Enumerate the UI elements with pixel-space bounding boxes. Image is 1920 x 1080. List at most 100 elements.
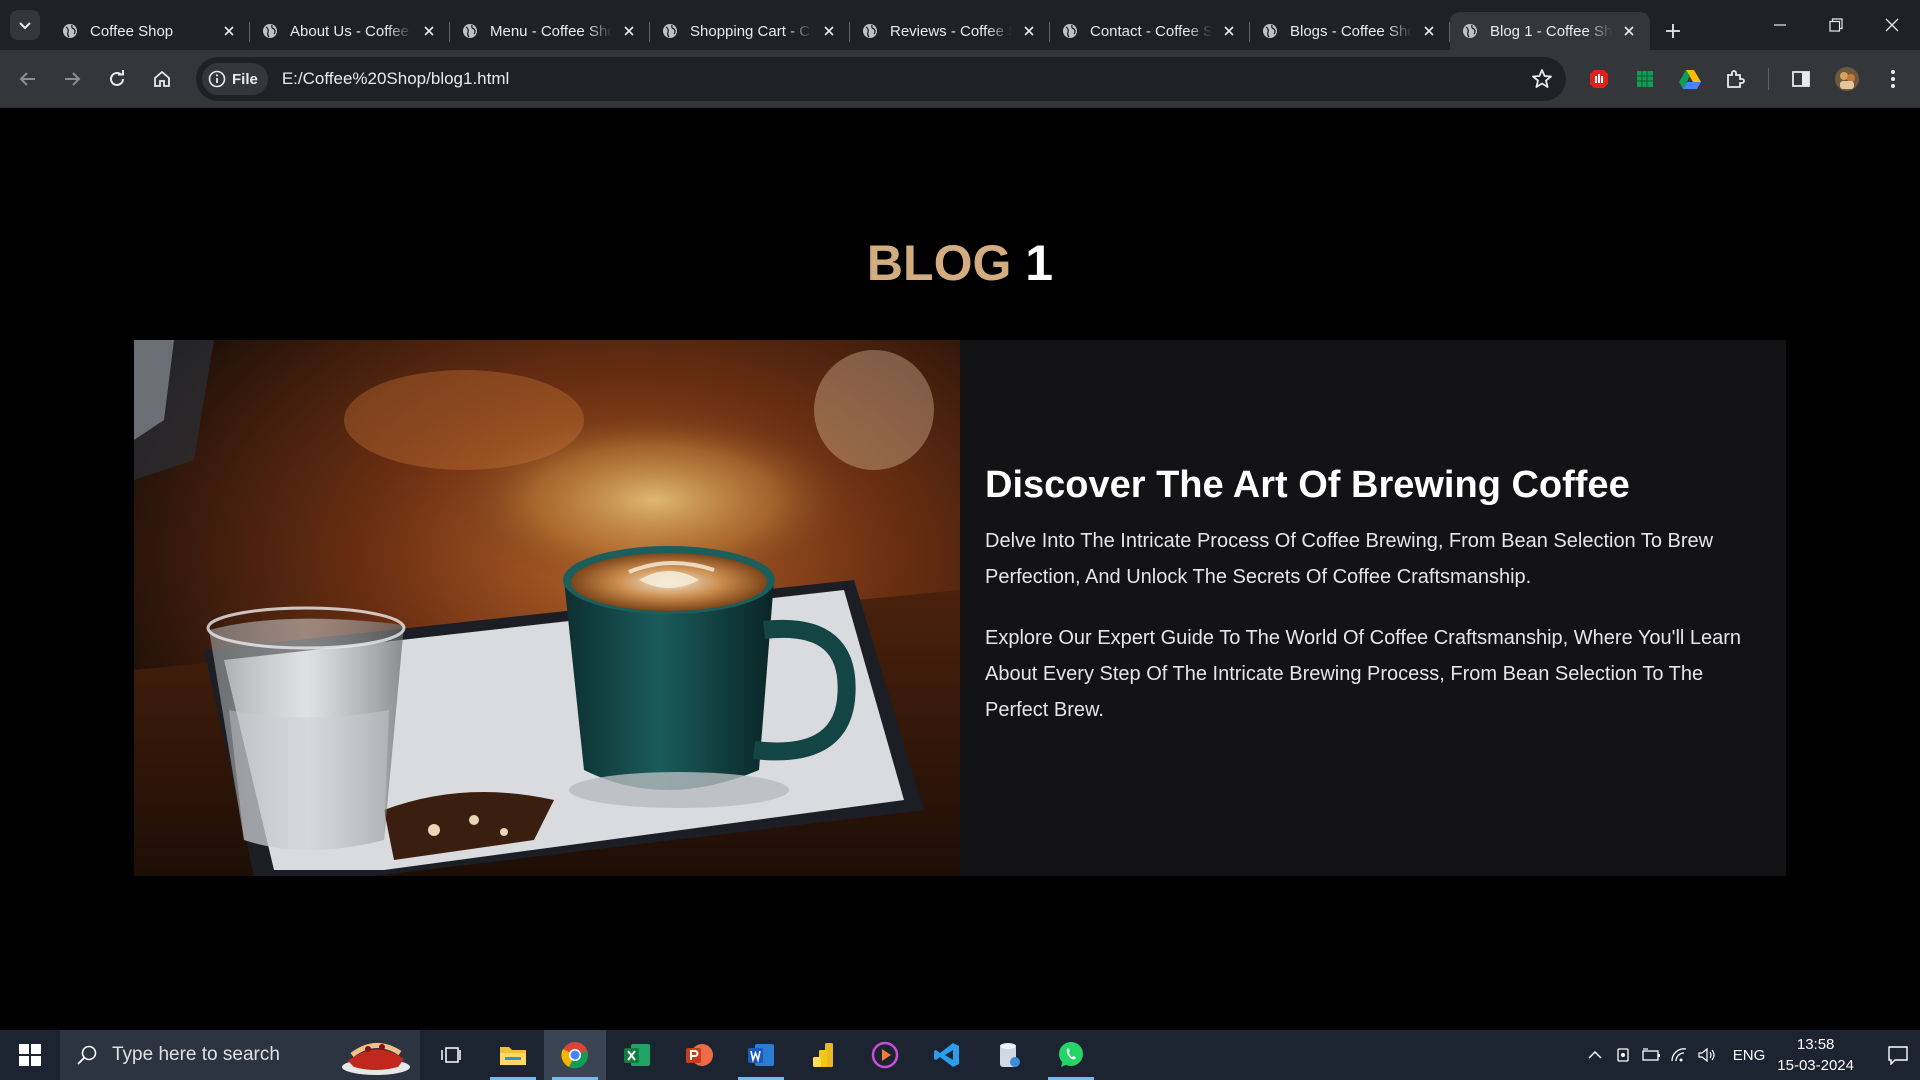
window-controls <box>1752 0 1920 50</box>
tab-close-button[interactable] <box>1020 22 1038 40</box>
disk-icon <box>1000 1043 1020 1067</box>
star-icon <box>1532 69 1552 88</box>
vscode-icon <box>934 1043 959 1067</box>
browser-tab[interactable]: Shopping Cart - Coffee Shop <box>650 12 850 50</box>
browser-tab[interactable]: Blogs - Coffee Shop <box>1250 12 1450 50</box>
taskbar-media-player[interactable] <box>854 1030 916 1080</box>
tab-list: Coffee Shop About Us - Coffee Shop Menu - … <box>50 6 1690 50</box>
new-tab-button[interactable] <box>1656 14 1690 48</box>
browser-tab[interactable]: Reviews - Coffee Shop <box>850 12 1050 50</box>
restore-icon <box>1829 18 1843 32</box>
tray-volume[interactable] <box>1693 1047 1721 1063</box>
start-button[interactable] <box>0 1030 60 1080</box>
chrome-icon <box>561 1042 588 1069</box>
blog-coffee-image <box>134 340 960 876</box>
browser-tab[interactable]: About Us - Coffee Shop <box>250 12 450 50</box>
speaker-icon <box>1698 1047 1715 1063</box>
reload-button[interactable] <box>101 63 133 95</box>
taskbar-power-bi[interactable] <box>792 1030 854 1080</box>
tab-title: Blogs - Coffee Shop <box>1290 22 1412 40</box>
close-icon <box>224 26 234 36</box>
puzzle-icon <box>1727 70 1745 88</box>
blog-card: Discover The Art Of Brewing Coffee Delve… <box>134 340 1786 876</box>
extension-adblock[interactable] <box>1584 64 1614 94</box>
close-icon <box>1024 26 1034 36</box>
tab-close-button[interactable] <box>420 22 438 40</box>
system-tray: ENG 13:58 15-03-2024 <box>1581 1030 1920 1080</box>
coffee-cup-photo <box>134 340 960 876</box>
taskbar-search[interactable]: Type here to search <box>60 1030 420 1080</box>
taskbar-excel[interactable] <box>606 1030 668 1080</box>
back-button[interactable] <box>12 63 44 95</box>
page-heading: BLOG 1 <box>0 234 1920 292</box>
globe-icon <box>1263 24 1277 38</box>
taskbar-disk-app[interactable] <box>978 1030 1040 1080</box>
extension-drive[interactable] <box>1675 64 1705 94</box>
taskbar-chrome[interactable] <box>544 1030 606 1080</box>
clock-date: 15-03-2024 <box>1777 1057 1854 1074</box>
browser-tab[interactable]: Contact - Coffee Shop <box>1050 12 1250 50</box>
tray-clock[interactable]: 13:58 15-03-2024 <box>1777 1034 1854 1076</box>
profile-button[interactable] <box>1832 64 1862 94</box>
tab-close-button[interactable] <box>820 22 838 40</box>
taskbar-word[interactable] <box>730 1030 792 1080</box>
forward-button[interactable] <box>56 63 88 95</box>
home-button[interactable] <box>146 63 178 95</box>
globe-icon <box>263 24 277 38</box>
taskbar-file-explorer[interactable] <box>482 1030 544 1080</box>
taskbar-powerpoint[interactable] <box>668 1030 730 1080</box>
tray-language[interactable]: ENG <box>1733 1047 1766 1064</box>
minimize-button[interactable] <box>1752 0 1808 50</box>
power-bi-icon <box>813 1043 833 1067</box>
clock-time: 13:58 <box>1796 1036 1835 1053</box>
heading-accent: BLOG <box>866 235 1012 291</box>
tray-battery[interactable] <box>1637 1048 1665 1062</box>
extensions-button[interactable] <box>1720 64 1750 94</box>
tray-network[interactable] <box>1665 1047 1693 1063</box>
notification-icon <box>1888 1046 1908 1065</box>
close-icon <box>624 26 634 36</box>
browser-tab[interactable]: Coffee Shop <box>50 12 250 50</box>
task-view-button[interactable] <box>420 1030 482 1080</box>
chrome-menu-button[interactable] <box>1878 64 1908 94</box>
tab-search-button[interactable] <box>10 10 40 40</box>
url-text[interactable]: E:/Coffee%20Shop/blog1.html <box>282 69 509 89</box>
tab-close-button[interactable] <box>1220 22 1238 40</box>
whatsapp-icon <box>1059 1042 1083 1067</box>
tab-close-button[interactable] <box>1420 22 1438 40</box>
restore-button[interactable] <box>1808 0 1864 50</box>
tab-title: Reviews - Coffee Shop <box>890 22 1012 40</box>
address-bar[interactable]: File E:/Coffee%20Shop/blog1.html <box>196 57 1566 101</box>
site-info-chip[interactable]: File <box>202 63 268 95</box>
heading-number: 1 <box>1025 235 1054 291</box>
tab-close-button[interactable] <box>220 22 238 40</box>
notification-center-button[interactable] <box>1876 1045 1920 1065</box>
profile-avatar <box>1835 67 1859 91</box>
kebab-menu-icon <box>1891 70 1895 88</box>
powerpoint-icon <box>686 1044 713 1066</box>
plus-icon <box>1666 24 1680 38</box>
tab-title: Menu - Coffee Shop <box>490 22 612 40</box>
camera-icon <box>1617 1048 1629 1062</box>
taskbar-whatsapp[interactable] <box>1040 1030 1102 1080</box>
page-viewport: BLOG 1 Discover The Art Of Brewing Coffe… <box>0 108 1920 1030</box>
minimize-icon <box>1774 24 1786 26</box>
tab-close-button[interactable] <box>1620 22 1638 40</box>
tab-search-icon <box>19 22 31 30</box>
tab-close-button[interactable] <box>620 22 638 40</box>
side-panel-button[interactable] <box>1786 64 1816 94</box>
browser-tab[interactable]: Blog 1 - Coffee Shop <box>1450 12 1650 50</box>
tray-meet-now[interactable] <box>1609 1047 1637 1063</box>
battery-icon <box>1642 1048 1660 1061</box>
close-icon <box>1424 26 1434 36</box>
tab-title: Blog 1 - Coffee Shop <box>1490 22 1612 40</box>
tab-title: About Us - Coffee Shop <box>290 22 412 40</box>
blog-paragraph-2: Explore Our Expert Guide To The World Of… <box>985 626 1742 721</box>
browser-tab[interactable]: Menu - Coffee Shop <box>450 12 650 50</box>
close-window-button[interactable] <box>1864 0 1920 50</box>
taskbar-vscode[interactable] <box>916 1030 978 1080</box>
extension-sheets[interactable] <box>1630 64 1660 94</box>
bookmark-button[interactable] <box>1530 67 1554 96</box>
tray-overflow-button[interactable] <box>1581 1050 1609 1060</box>
globe-icon <box>63 24 77 38</box>
